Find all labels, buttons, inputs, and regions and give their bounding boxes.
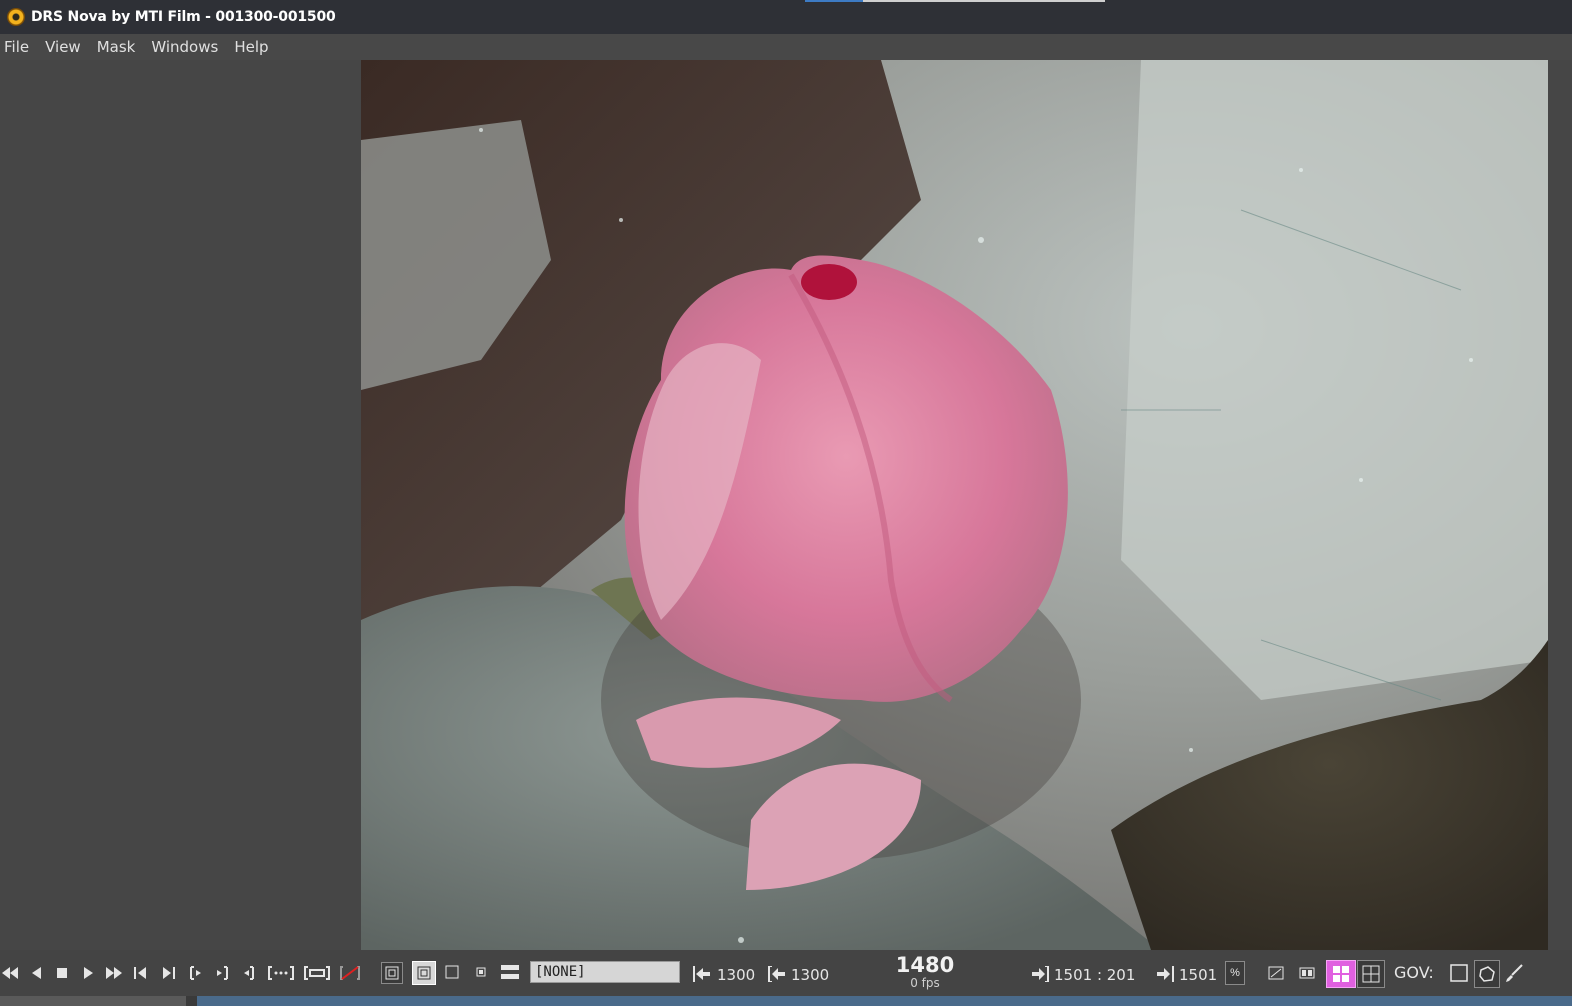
gov-brush-tool-icon[interactable] — [1502, 962, 1526, 984]
out-point-value[interactable]: 1501 : 201 — [1054, 966, 1135, 984]
grid-view-button[interactable] — [1357, 960, 1385, 988]
film-frame-image — [361, 60, 1548, 950]
loop-range-icon[interactable] — [302, 963, 332, 983]
left-tool-panel — [0, 60, 361, 950]
app-logo-icon — [7, 8, 25, 26]
mark-out-value[interactable]: 1501 — [1179, 966, 1217, 984]
image-compare-icon[interactable] — [1266, 963, 1286, 983]
menu-windows[interactable]: Windows — [147, 38, 226, 56]
mask-select[interactable]: [NONE] — [530, 961, 680, 983]
split-view-icon[interactable] — [1297, 963, 1317, 983]
goto-out-point-icon[interactable] — [1155, 964, 1175, 984]
timeline-strip[interactable] — [197, 996, 1572, 1006]
play-icon[interactable] — [78, 963, 98, 983]
quad-view-magenta-button[interactable] — [1326, 960, 1356, 988]
title-bar: DRS Nova by MTI Film - 001300-001500 — [0, 0, 1572, 34]
mark-in-value[interactable]: 1300 — [791, 966, 829, 984]
in-point-value[interactable]: 1300 — [717, 966, 755, 984]
title-accent-blue — [805, 0, 863, 2]
step-back-icon[interactable] — [27, 963, 47, 983]
prev-frame-icon[interactable] — [131, 963, 151, 983]
play-range-icon[interactable] — [266, 963, 296, 983]
display-mode-3-button[interactable] — [471, 962, 491, 982]
window-title: DRS Nova by MTI Film - 001300-001500 — [31, 9, 336, 25]
image-viewer[interactable] — [361, 60, 1548, 950]
gov-rect-tool-icon[interactable] — [1448, 962, 1470, 984]
bottom-status-strip — [0, 996, 1572, 1006]
menu-file[interactable]: File — [0, 38, 37, 56]
playback-fps: 0 fps — [910, 976, 940, 990]
bottom-tab-left — [0, 996, 186, 1006]
menu-mask[interactable]: Mask — [93, 38, 144, 56]
menu-view[interactable]: View — [41, 38, 89, 56]
display-mode-1-button[interactable] — [412, 961, 436, 985]
goto-in-point-icon[interactable] — [692, 964, 712, 984]
current-frame-value[interactable]: 1480 — [880, 953, 970, 977]
mark-in-icon[interactable] — [238, 963, 258, 983]
menu-help[interactable]: Help — [230, 38, 276, 56]
percent-toggle[interactable]: % — [1225, 961, 1245, 985]
mark-in-point-icon[interactable] — [767, 964, 787, 984]
goto-out-icon[interactable] — [212, 963, 232, 983]
next-frame-icon[interactable] — [158, 963, 178, 983]
title-accent-light — [863, 0, 1105, 2]
rewind-icon[interactable] — [0, 963, 20, 983]
stop-icon[interactable] — [52, 963, 72, 983]
fast-forward-icon[interactable] — [104, 963, 124, 983]
gov-lasso-tool-icon[interactable] — [1474, 960, 1500, 988]
clear-marks-icon[interactable] — [338, 963, 362, 983]
gov-label: GOV: — [1394, 963, 1434, 982]
menu-bar: File View Mask Windows Help — [0, 34, 1572, 60]
goto-in-icon[interactable] — [186, 963, 206, 983]
mark-out-point-icon[interactable] — [1030, 964, 1050, 984]
right-panel-edge — [1548, 60, 1572, 950]
display-mode-2-button[interactable] — [442, 962, 462, 982]
display-fit-icon[interactable] — [500, 962, 520, 982]
display-mode-full-button[interactable] — [381, 962, 403, 984]
